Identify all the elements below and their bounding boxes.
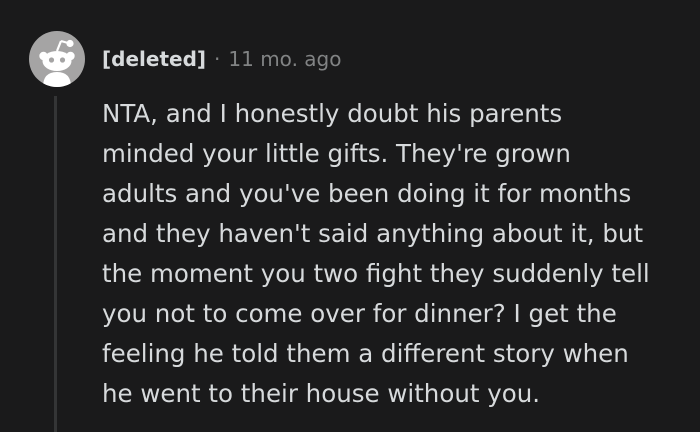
- comment-body-line: minded your little gifts. They're grown: [102, 139, 571, 168]
- comment: [deleted] · 11 mo. ago NTA, and I honestly…: [0, 0, 700, 432]
- comment-timestamp[interactable]: 11 mo. ago: [228, 47, 341, 71]
- comment-body-line: the moment you two fight they suddenly t…: [102, 259, 650, 288]
- comment-body-line: NTA, and I honestly doubt his parents: [102, 99, 563, 128]
- comment-body-line: you not to come over for dinner? I get t…: [102, 299, 617, 328]
- avatar[interactable]: [29, 31, 85, 87]
- comment-body: NTA, and I honestly doubt his parents mi…: [102, 94, 692, 414]
- thread-collapse-line[interactable]: [54, 96, 57, 432]
- comment-body-line: he went to their house without you.: [102, 379, 541, 408]
- comment-body-line: adults and you've been doing it for mont…: [102, 179, 632, 208]
- meta-separator: ·: [214, 47, 221, 71]
- snoo-icon: [39, 39, 75, 87]
- comment-body-line: feeling he told them a different story w…: [102, 339, 629, 368]
- comment-body-line: and they haven't said anything about it,…: [102, 219, 644, 248]
- comment-meta: [deleted] · 11 mo. ago: [102, 44, 341, 74]
- author-name[interactable]: [deleted]: [102, 47, 206, 71]
